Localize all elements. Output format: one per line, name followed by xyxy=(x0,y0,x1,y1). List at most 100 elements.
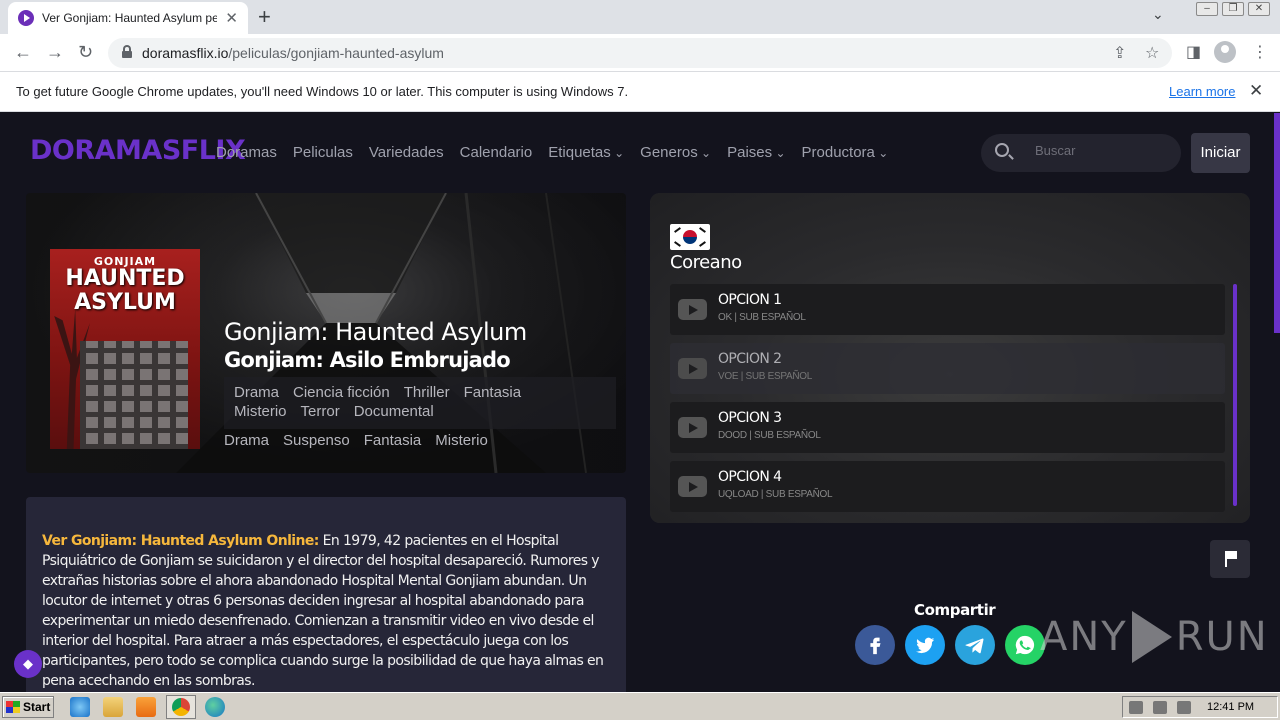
tag-link[interactable]: Drama xyxy=(224,432,269,449)
address-bar[interactable]: doramasflix.io/peliculas/gonjiam-haunted… xyxy=(108,38,1172,68)
movie-subtitle: Gonjiam: Asilo Embrujado xyxy=(224,348,511,372)
main-nav: Doramas Peliculas Variedades Calendario … xyxy=(216,144,888,161)
minimize-icon[interactable]: – xyxy=(1196,2,1218,16)
search-input[interactable] xyxy=(1035,143,1165,158)
browser-tab[interactable]: Ver Gonjiam: Haunted Asylum pelicula ✕ xyxy=(8,2,248,34)
start-button[interactable]: Start xyxy=(2,696,54,718)
edge-icon[interactable] xyxy=(205,697,225,717)
tag-list: Drama Suspenso Fantasia Misterio xyxy=(224,432,502,449)
close-window-icon[interactable]: ✕ xyxy=(1248,2,1270,16)
tab-search-chevron-icon[interactable]: ⌄ xyxy=(1152,6,1164,23)
nav-calendario[interactable]: Calendario xyxy=(460,144,533,161)
learn-more-link[interactable]: Learn more xyxy=(1169,84,1235,99)
tab-title: Ver Gonjiam: Haunted Asylum pelicula xyxy=(42,11,218,25)
nav-variedades[interactable]: Variedades xyxy=(369,144,444,161)
nav-productora[interactable]: Productora xyxy=(802,144,889,161)
profile-avatar-icon[interactable] xyxy=(1214,41,1236,63)
synopsis-body: En 1979, 42 pacientes en el Hospital Psi… xyxy=(42,533,604,689)
infobar-message: To get future Google Chrome updates, you… xyxy=(16,84,629,99)
facebook-share-icon[interactable] xyxy=(855,625,895,665)
chrome-taskbar-button[interactable] xyxy=(166,695,196,719)
nav-paises[interactable]: Paises xyxy=(727,144,785,161)
genre-link[interactable]: Misterio xyxy=(234,403,287,420)
restore-icon[interactable]: ❐ xyxy=(1222,2,1244,16)
file-explorer-icon[interactable] xyxy=(103,697,123,717)
genre-link[interactable]: Terror xyxy=(301,403,340,420)
taskbar-clock[interactable]: 12:41 PM xyxy=(1207,701,1254,713)
url-path: /peliculas/gonjiam-haunted-asylum xyxy=(228,45,444,61)
synopsis-text: Ver Gonjiam: Haunted Asylum Online: En 1… xyxy=(42,531,612,691)
player-option[interactable]: OPCION 1 OK | SUB ESPAÑOL xyxy=(670,284,1225,335)
network-icon[interactable] xyxy=(1153,701,1167,714)
tag-link[interactable]: Fantasia xyxy=(364,432,422,449)
watermark-right: RUN xyxy=(1175,614,1269,660)
option-name: OPCION 3 xyxy=(718,410,782,426)
report-flag-button[interactable] xyxy=(1210,540,1250,578)
option-name: OPCION 1 xyxy=(718,292,782,308)
browser-toolbar: ← → ↻ doramasflix.io/peliculas/gonjiam-h… xyxy=(0,34,1280,72)
volume-icon[interactable] xyxy=(1129,701,1143,714)
nav-generos[interactable]: Generos xyxy=(640,144,711,161)
movie-poster[interactable]: GONJIAM HAUNTED ASYLUM xyxy=(50,249,200,449)
action-center-flag-icon[interactable] xyxy=(1177,701,1191,714)
play-icon xyxy=(678,476,707,497)
share-page-icon[interactable]: ⇪ xyxy=(1113,43,1126,63)
chrome-menu-icon[interactable]: ⋮ xyxy=(1252,42,1268,62)
infobar-close-icon[interactable]: ✕ xyxy=(1249,81,1263,101)
player-option[interactable]: OPCION 2 VOE | SUB ESPAÑOL xyxy=(670,343,1225,394)
genre-list: Drama Ciencia ficción Thriller Fantasia Mist… xyxy=(224,377,616,429)
player-option[interactable]: OPCION 3 DOOD | SUB ESPAÑOL xyxy=(670,402,1225,453)
login-button[interactable]: Iniciar xyxy=(1191,133,1250,173)
play-icon xyxy=(678,417,707,438)
synopsis-lead: Ver Gonjiam: Haunted Asylum Online: xyxy=(42,533,319,549)
player-option[interactable]: OPCION 4 UQLOAD | SUB ESPAÑOL xyxy=(670,461,1225,512)
genre-link[interactable]: Ciencia ficción xyxy=(293,384,390,401)
tag-link[interactable]: Misterio xyxy=(435,432,488,449)
genre-link[interactable]: Drama xyxy=(234,384,279,401)
new-tab-icon[interactable]: + xyxy=(258,4,271,30)
player-options-panel: Coreano OPCION 1 OK | SUB ESPAÑOL OPCION… xyxy=(650,193,1250,523)
nav-peliculas[interactable]: Peliculas xyxy=(293,144,353,161)
options-scrollbar[interactable] xyxy=(1233,284,1237,506)
poster-building xyxy=(80,341,188,449)
bookmark-star-icon[interactable]: ☆ xyxy=(1145,43,1159,63)
lock-icon[interactable] xyxy=(122,45,132,58)
movie-title: Gonjiam: Haunted Asylum xyxy=(224,318,527,346)
chrome-icon xyxy=(172,698,190,716)
windows-taskbar: Start 12:41 PM xyxy=(0,692,1280,720)
genre-link[interactable]: Fantasia xyxy=(464,384,522,401)
korea-flag-icon xyxy=(670,224,710,250)
tab-close-icon[interactable]: ✕ xyxy=(225,9,238,27)
windows-logo-icon xyxy=(6,701,20,713)
url-text[interactable]: doramasflix.io/peliculas/gonjiam-haunted… xyxy=(142,45,444,61)
page-scrollbar[interactable] xyxy=(1274,113,1280,333)
url-host: doramasflix.io xyxy=(142,45,229,61)
genre-link[interactable]: Thriller xyxy=(404,384,450,401)
whatsapp-share-icon[interactable] xyxy=(1005,625,1045,665)
search-icon[interactable] xyxy=(995,143,1009,157)
chat-bubble-icon[interactable]: ◆ xyxy=(14,650,42,678)
genre-link[interactable]: Documental xyxy=(354,403,434,420)
tag-link[interactable]: Suspenso xyxy=(283,432,350,449)
system-tray: 12:41 PM xyxy=(1122,696,1278,718)
media-player-icon[interactable] xyxy=(136,697,156,717)
option-meta: OK | SUB ESPAÑOL xyxy=(718,312,806,323)
reload-icon[interactable]: ↻ xyxy=(78,42,93,63)
poster-title-line2: HAUNTED ASYLUM xyxy=(65,266,185,315)
watermark-left: ANY xyxy=(1040,614,1128,660)
window-controls: – ❐ ✕ xyxy=(1196,2,1270,16)
back-icon[interactable]: ← xyxy=(14,42,32,63)
site-logo[interactable]: DORAMASFLIX xyxy=(30,135,246,166)
side-panel-icon[interactable]: ◨ xyxy=(1186,42,1201,62)
telegram-share-icon[interactable] xyxy=(955,625,995,665)
nav-etiquetas[interactable]: Etiquetas xyxy=(548,144,624,161)
watermark-play-icon xyxy=(1131,611,1172,663)
option-name: OPCION 2 xyxy=(718,351,782,367)
forward-icon[interactable]: → xyxy=(46,42,64,63)
anyrun-watermark: ANY RUN xyxy=(1040,611,1269,663)
internet-explorer-icon[interactable] xyxy=(70,697,90,717)
option-meta: DOOD | SUB ESPAÑOL xyxy=(718,430,821,441)
movie-hero: GONJIAM HAUNTED ASYLUM Gonjiam: Haunted … xyxy=(26,193,626,473)
nav-doramas[interactable]: Doramas xyxy=(216,144,277,161)
twitter-share-icon[interactable] xyxy=(905,625,945,665)
